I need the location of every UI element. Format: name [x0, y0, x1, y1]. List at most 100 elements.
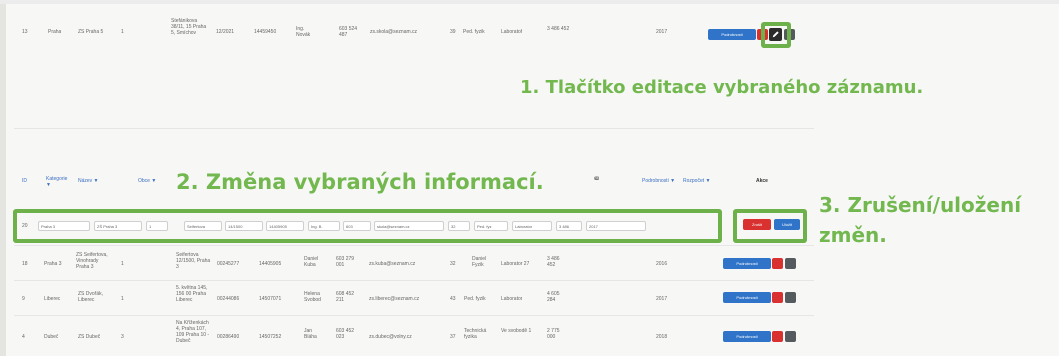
cell-address: Na Kříženkách 4, Praha 107, 109 Praha 10… — [176, 320, 210, 344]
cell-budget: 3 486 452 — [547, 26, 570, 32]
frame-edge — [0, 0, 6, 356]
edit-row: 20 — [18, 213, 718, 239]
cell-address: Seifertova 12/1500, Praha 3 — [176, 252, 211, 270]
header-id[interactable]: ID — [22, 178, 27, 184]
header-obce[interactable]: Obce ▼ — [138, 178, 156, 184]
delete-button[interactable] — [757, 29, 768, 40]
cell-contact: Ing. Novák — [296, 26, 311, 38]
edit-field-contact[interactable] — [308, 221, 340, 231]
cell-count: 39 — [450, 29, 456, 35]
cell-phone: 603 524 487 — [339, 26, 358, 38]
cell-category: Dubeč — [44, 334, 59, 340]
cell-address: 5. května 145, 156 00 Praha Liberec — [176, 285, 208, 303]
delete-button[interactable] — [772, 258, 783, 269]
cell-field: Technická fyzika — [464, 328, 487, 340]
cell-date: 12/2021 — [216, 29, 235, 35]
cell-code-2: 14507071 — [259, 296, 282, 302]
edit-field-name[interactable] — [94, 221, 142, 231]
delete-button[interactable] — [772, 292, 783, 303]
edit-field-lab[interactable] — [512, 221, 552, 231]
edit-field-address[interactable] — [184, 221, 222, 231]
cell-email: zs.skola@seznam.cz — [370, 29, 418, 35]
cell-id: 9 — [22, 296, 25, 302]
annotation-3-line2: změn. — [819, 223, 887, 247]
cell-name: ZŠ Praha 5 — [78, 29, 104, 35]
cell-lab: Laborator 27 — [501, 261, 530, 267]
cell-num: 1 — [121, 261, 124, 267]
edit-field-budget[interactable] — [556, 221, 582, 231]
detail-button[interactable]: Podrobnosti — [723, 292, 771, 303]
cancel-button[interactable]: Zrušit — [743, 219, 771, 230]
cell-year: 2018 — [656, 334, 668, 340]
cell-email: zs.kuba@seznam.cz — [369, 261, 416, 267]
cell-lab: Laboratoř — [501, 29, 523, 35]
edit-button[interactable] — [785, 292, 796, 303]
edit-field-category[interactable] — [38, 221, 90, 231]
save-button[interactable]: Uložit — [774, 219, 800, 230]
edit-field-date[interactable] — [225, 221, 263, 231]
cell-name: ZŠ Dubeč — [78, 334, 101, 340]
cell-field: Ped. fyzik — [464, 296, 486, 302]
cell-field: Ped. fyzik — [463, 29, 485, 35]
header-detail[interactable]: Podrobnosti ▼ — [642, 178, 675, 184]
annotation-3-line1: 3. Zrušení/uložení — [819, 193, 1022, 217]
cell-year: 2016 — [656, 261, 668, 267]
cell-budget: 4 605 284 — [547, 291, 560, 303]
edit-button[interactable] — [769, 28, 782, 41]
cell-count: 43 — [450, 296, 456, 302]
cell-id: 4 — [22, 334, 25, 340]
header-category[interactable]: Kategorie ▼ — [46, 176, 68, 188]
cell-lab: Laborator — [501, 296, 523, 302]
divider — [14, 128, 814, 129]
cell-code-2: 14405905 — [259, 261, 282, 267]
cell-code-2: 14507252 — [259, 334, 282, 340]
pencil-icon — [772, 31, 779, 38]
cell-email: zs.liberec@seznam.cz — [369, 296, 420, 302]
cell-phone: 603 452 023 — [336, 328, 355, 340]
header-actions: Akce — [756, 178, 768, 184]
detail-button[interactable]: Podrobnosti — [723, 258, 771, 269]
header-misc: ↈ — [594, 176, 600, 182]
cell-phone: 603 279 001 — [336, 256, 355, 268]
annotation-2: 2. Změna vybraných informací. — [176, 170, 544, 194]
cell-num: 3 — [121, 334, 124, 340]
cell-field: Daniel Fyzik — [472, 256, 487, 268]
table-row-selected[interactable]: 13 Praha ZŠ Praha 5 1 Štefánikova 38/11,… — [14, 12, 814, 52]
cell-year: 2017 — [656, 29, 668, 35]
edit-button[interactable] — [785, 331, 796, 342]
screenshot: 13 Praha ZŠ Praha 5 1 Štefánikova 38/11,… — [0, 0, 1059, 356]
cell-code-1: 00244086 — [217, 296, 240, 302]
edit-field-num[interactable] — [146, 221, 168, 231]
edit-field-email[interactable] — [374, 221, 444, 231]
cell-count: 37 — [450, 334, 456, 340]
delete-button[interactable] — [772, 331, 783, 342]
more-button[interactable] — [784, 29, 795, 40]
edit-button[interactable] — [785, 258, 796, 269]
cell-category: Praha 3 — [44, 261, 62, 267]
cell-id: 18 — [22, 261, 28, 267]
edit-field-ico[interactable] — [266, 221, 304, 231]
cell-year: 2017 — [656, 296, 668, 302]
cell-code-1: 00245277 — [217, 261, 240, 267]
annotation-1: 1. Tlačítko editace vybraného záznamu. — [520, 77, 924, 98]
header-budget[interactable]: Rozpočet ▼ — [683, 178, 710, 184]
table-row[interactable]: 4 Dubeč ZŠ Dubeč 3 Na Kříženkách 4, Prah… — [14, 316, 814, 356]
frame-top — [0, 0, 1059, 4]
cell-count: 32 — [450, 261, 456, 267]
detail-button[interactable]: Podrobnosti — [723, 331, 771, 342]
edit-field-year[interactable] — [586, 221, 646, 231]
cell-category: Liberec — [44, 296, 61, 302]
cell-lab: Ve svobodě 1 — [501, 328, 532, 334]
detail-button[interactable]: Podrobnosti — [708, 29, 756, 40]
cell-contact: Helena Svobod — [304, 291, 321, 303]
edit-field-count[interactable] — [448, 221, 470, 231]
cell-num: 1 — [121, 29, 124, 35]
edit-field-phone[interactable] — [343, 221, 371, 231]
cell-contact: Daniel Kuba — [304, 256, 319, 268]
cell-name: ZŠ Dvořák, Liberec — [78, 291, 104, 303]
cell-contact: Jan Bláha — [304, 328, 317, 340]
header-name[interactable]: Název ▼ — [78, 178, 99, 184]
cell-category: Praha — [48, 29, 62, 35]
edit-field-field[interactable] — [474, 221, 508, 231]
cell-ico: 14459450 — [254, 29, 277, 35]
